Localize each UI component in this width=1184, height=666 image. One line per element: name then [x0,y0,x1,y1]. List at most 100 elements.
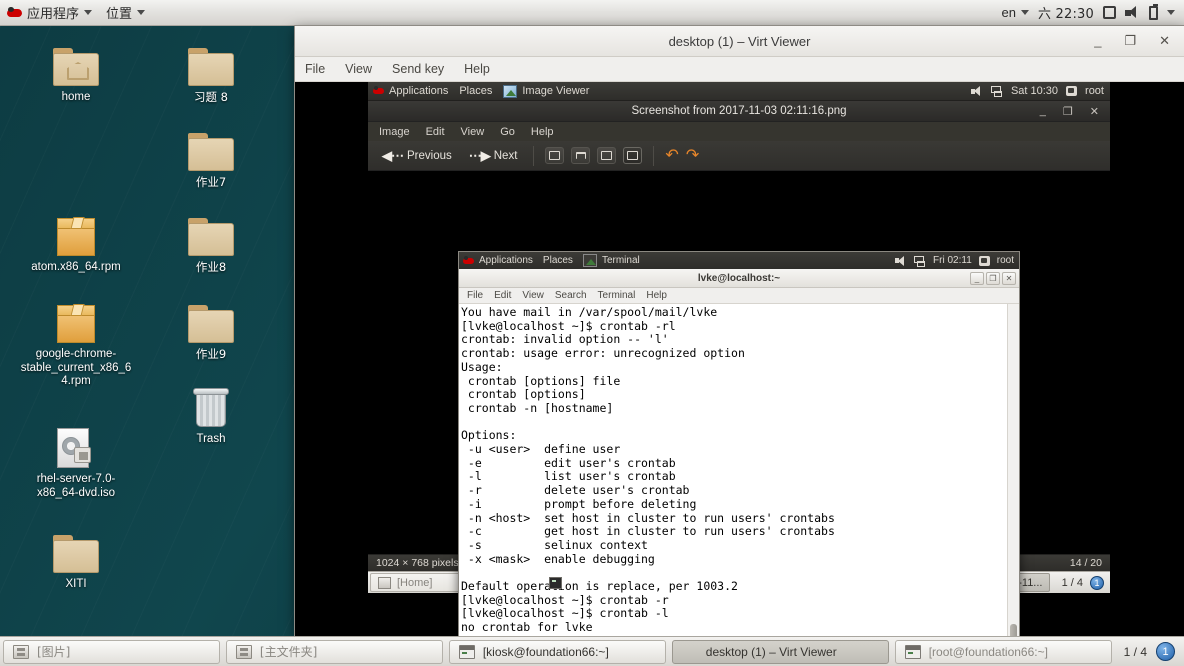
guest-active-app[interactable]: Image Viewer [503,84,589,98]
guest-user-label[interactable]: root [1085,85,1104,97]
desktop-icon-zuoye7[interactable]: 作业7 [155,123,267,190]
close-button[interactable]: ✕ [1090,105,1099,118]
guest-display-area[interactable]: Applications Places Image Viewer Sat 10:… [295,82,1184,636]
host-taskbar-item-home[interactable]: [主文件夹] [225,639,443,664]
menu-help[interactable]: Help [646,290,667,301]
desktop-icon-xiti8[interactable]: 习题 8 [155,38,267,105]
menu-view[interactable]: View [461,126,485,138]
desktop-icon-zuoye9[interactable]: 作业9 [155,295,267,362]
close-button[interactable]: ✕ [1002,271,1016,285]
rotate-right-icon[interactable]: ↷ [686,147,699,164]
close-button[interactable]: ✕ [1159,33,1170,49]
taskbar-item-label: [Home] [397,576,433,589]
pager-label: 1 / 4 [1061,576,1083,589]
redhat-icon [463,255,474,266]
next-button[interactable]: ⋯▶ Next [464,146,523,166]
zoom-best-fit-icon[interactable] [623,147,643,164]
volume-icon[interactable] [1125,6,1140,19]
guest-clock[interactable]: Sat 10:30 [1011,85,1058,97]
menu-edit[interactable]: Edit [494,290,511,301]
terminal-scrollbar[interactable] [1007,304,1019,636]
desktop-icon-home[interactable]: home [20,38,132,105]
terminal-window[interactable]: Applications Places Terminal Fri 02:11 r… [458,251,1020,636]
desktop-icon-rhel-iso[interactable]: rhel-server-7.0-x86_64-dvd.iso [20,420,132,500]
menu-go[interactable]: Go [500,126,515,138]
package-icon [20,208,132,256]
host-pager: 1 / 4 1 [1115,642,1184,661]
previous-button[interactable]: ◀⋯ Previous [377,146,457,166]
guest-screen[interactable]: Applications Places Image Viewer Sat 10:… [368,82,1110,636]
keyboard-layout-indicator[interactable]: en [1002,5,1029,20]
menu-help[interactable]: Help [531,126,554,138]
guest-applications-menu[interactable]: Applications [373,85,448,97]
menu-terminal[interactable]: Terminal [598,290,636,301]
desktop-icon-zuoye8[interactable]: 作业8 [155,208,267,275]
screenshot-active-app[interactable]: Terminal [582,254,640,267]
host-places-menu[interactable]: 位置 [106,3,146,22]
screenshot-places-menu[interactable]: Places [543,255,573,266]
menu-send-key[interactable]: Send key [392,62,444,76]
host-clock[interactable]: 六 22:30 [1038,3,1094,22]
minimize-button[interactable]: _ [1094,33,1101,49]
menu-file[interactable]: File [305,62,325,76]
guest-top-panel: Applications Places Image Viewer Sat 10:… [368,82,1110,101]
menu-view[interactable]: View [345,62,372,76]
screenshot-applications-menu[interactable]: Applications [463,255,533,266]
folder-icon [155,38,267,86]
guest-places-menu[interactable]: Places [459,85,492,97]
maximize-button[interactable]: ❐ [986,271,1000,285]
menu-file[interactable]: File [467,290,483,301]
display-icon[interactable] [1103,6,1116,19]
host-taskbar-item-root-terminal[interactable]: [root@foundation66:~] [894,639,1112,664]
screenshot-user-label[interactable]: root [997,255,1014,266]
chevron-down-icon[interactable] [1167,10,1175,15]
network-icon[interactable] [914,255,926,267]
desktop-icon-xiti[interactable]: XITI [20,525,132,592]
volume-icon[interactable] [895,255,907,266]
maximize-button[interactable]: ❐ [1124,33,1136,49]
host-taskbar-item-kiosk-terminal[interactable]: [kiosk@foundation66:~] [448,639,666,664]
minimize-button[interactable]: _ [1040,105,1046,118]
menu-edit[interactable]: Edit [426,126,445,138]
desktop-icon-label: 作业8 [195,260,227,274]
host-taskbar-item-label: desktop (1) – Virt Viewer [705,644,837,659]
desktop-icon-label: atom.x86_64.rpm [31,261,121,273]
workspace-indicator[interactable]: 1 [1156,642,1175,661]
terminal-titlebar[interactable]: lvke@localhost:~ _ ❐ ✕ [459,269,1019,288]
pager-label: 1 / 4 [1123,644,1147,659]
desktop-icon-label: XITI [65,578,87,590]
volume-icon[interactable] [970,86,983,96]
host-taskbar-item-label: [kiosk@foundation66:~] [482,644,609,659]
redhat-icon [7,6,22,19]
zoom-normal-icon[interactable] [597,147,617,164]
zoom-in-icon[interactable] [545,147,565,164]
menu-image[interactable]: Image [379,126,410,138]
host-taskbar-item-virt-viewer[interactable]: desktop (1) – Virt Viewer [671,639,889,664]
host-applications-menu[interactable]: 应用程序 [7,3,93,22]
rotate-left-icon[interactable]: ↶ [665,147,678,164]
menu-search[interactable]: Search [555,290,587,301]
network-icon[interactable] [990,86,1003,97]
scrollbar-thumb[interactable] [1010,624,1017,636]
folder-icon [20,525,132,573]
menu-help[interactable]: Help [464,62,490,76]
battery-icon[interactable] [1149,3,1158,20]
minimize-button[interactable]: _ [970,271,984,285]
desktop-icon-atom-rpm[interactable]: atom.x86_64.rpm [20,208,132,275]
workspace-indicator[interactable]: 1 [1090,575,1104,590]
eog-image-canvas[interactable]: Applications Places Terminal Fri 02:11 r… [368,171,1110,636]
desktop-icon-label: 作业7 [195,175,227,189]
terminal-output[interactable]: You have mail in /var/spool/mail/lvke [l… [459,304,1007,636]
screenshot-clock[interactable]: Fri 02:11 [933,255,972,266]
eog-titlebar[interactable]: Screenshot from 2017-11-03 02:11:16.png … [368,101,1110,122]
virt-viewer-window[interactable]: desktop (1) – Virt Viewer _ ❐ ✕ File Vie… [295,26,1184,636]
host-taskbar-item-pictures[interactable]: [图片] [3,639,220,664]
virt-viewer-titlebar[interactable]: desktop (1) – Virt Viewer _ ❐ ✕ [295,26,1184,57]
menu-view[interactable]: View [522,290,544,301]
terminal-icon [582,254,597,267]
maximize-button[interactable]: ❐ [1063,105,1073,118]
desktop-icon-trash[interactable]: Trash [155,380,267,447]
terminal-body[interactable]: You have mail in /var/spool/mail/lvke [l… [459,304,1019,636]
zoom-out-icon[interactable] [571,147,591,164]
desktop-icon-chrome-rpm[interactable]: google-chrome-stable_current_x86_64.rpm [20,295,132,389]
